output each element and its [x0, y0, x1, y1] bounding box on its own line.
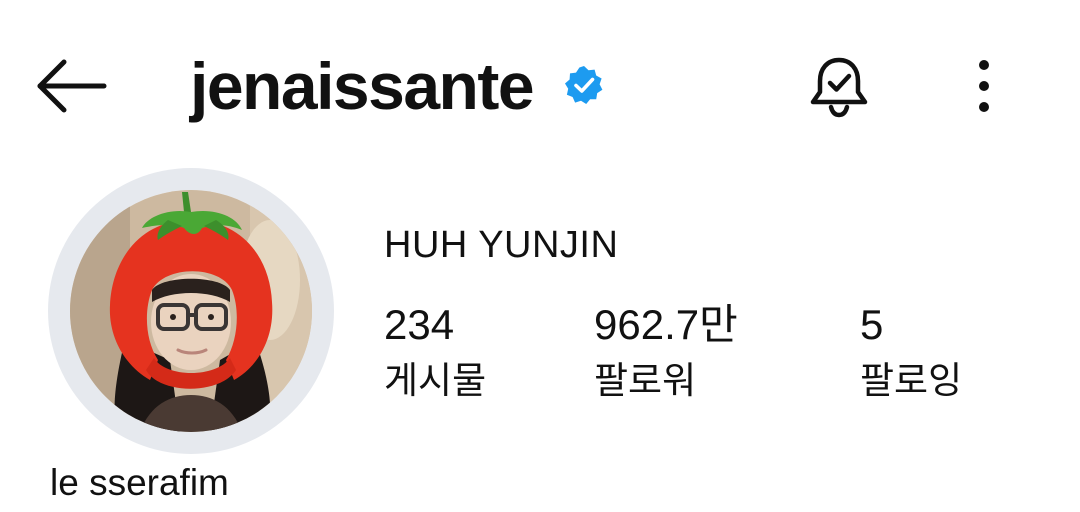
- profile-note: le sserafim: [50, 462, 229, 503]
- avatar-image: [70, 190, 312, 432]
- posts-label: 게시물: [384, 360, 487, 401]
- following-count: 5: [860, 301, 884, 348]
- display-name: HUH YUNJIN: [384, 224, 619, 266]
- more-vertical-icon: [979, 60, 989, 112]
- followers-stat[interactable]: 962.7만 팔로워: [594, 300, 738, 404]
- arrow-left-icon: [37, 59, 107, 113]
- followers-label: 팔로워: [594, 360, 697, 401]
- verified-badge-icon: [563, 64, 605, 106]
- following-label: 팔로잉: [860, 360, 963, 401]
- followers-count: 962.7만: [594, 301, 738, 348]
- posts-count: 234: [384, 301, 455, 348]
- username: jenaissante: [190, 49, 535, 123]
- profile-page: jenaissante le sserafim HUH YUNJIN 234 게…: [0, 0, 1080, 512]
- notification-button[interactable]: [804, 52, 874, 122]
- following-stat[interactable]: 5 팔로잉: [860, 300, 962, 404]
- more-options-button[interactable]: [962, 54, 1006, 118]
- profile-header: jenaissante: [0, 0, 1080, 170]
- bell-check-icon: [810, 57, 868, 118]
- posts-stat[interactable]: 234 게시물: [384, 300, 486, 404]
- back-button[interactable]: [30, 50, 110, 122]
- profile-avatar[interactable]: [48, 168, 334, 454]
